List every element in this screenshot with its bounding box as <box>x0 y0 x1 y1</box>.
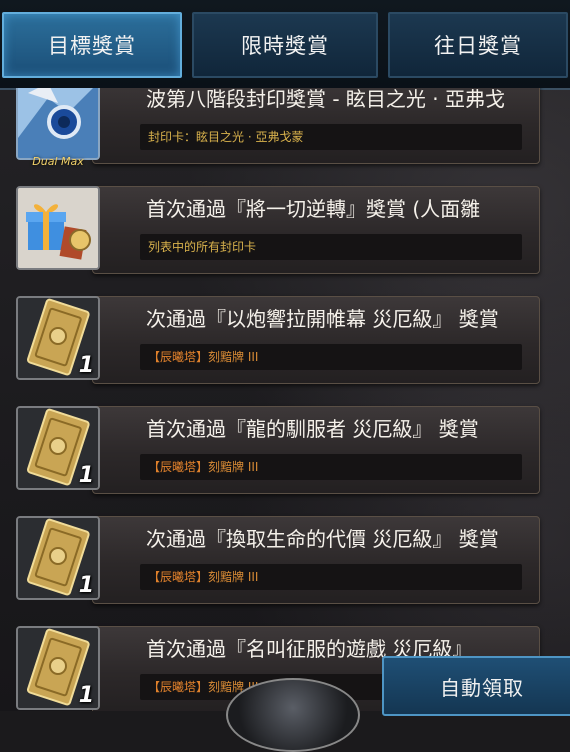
reward-title: 次通過『以炮響拉開帷幕 災厄級』 獎賞 <box>146 307 499 331</box>
auto-claim-button[interactable]: 自動領取 <box>382 656 570 716</box>
gold-card-icon[interactable]: 1 <box>16 516 100 600</box>
reward-title: 首次通過『將一切逆轉』獎賞 (人面雛 <box>146 197 481 221</box>
item-quantity: 1 <box>78 683 94 708</box>
reward-list[interactable]: 波第八階段封印獎賞 - 眩目之光 · 亞弗戈 封印卡：眩目之光 · 亞弗戈蒙 D… <box>0 88 570 711</box>
reward-item-name: 刻黯牌 III <box>208 570 259 584</box>
reward-item-name: 刻黯牌 III <box>208 460 259 474</box>
gold-card-icon[interactable]: 1 <box>16 296 100 380</box>
reward-row[interactable]: 首次通過『將一切逆轉』獎賞 (人面雛 列表中的所有封印卡 <box>0 180 570 278</box>
card-art-icon[interactable] <box>16 88 100 160</box>
item-quantity: 1 <box>78 353 94 378</box>
reward-subtitle: 【辰曦塔】刻黯牌 III <box>140 344 522 370</box>
reward-row[interactable]: 次通過『換取生命的代價 災厄級』 獎賞 【辰曦塔】刻黯牌 III 1 <box>0 510 570 608</box>
gold-card-icon[interactable]: 1 <box>16 626 100 710</box>
tab-bar: 目標獎賞 限時獎賞 往日獎賞 <box>0 0 570 90</box>
reward-tag: 【辰曦塔】 <box>148 680 209 694</box>
reward-subtitle: 封印卡：眩目之光 · 亞弗戈蒙 <box>140 124 522 150</box>
reward-item-name: 刻黯牌 III <box>208 350 259 364</box>
reward-subtitle: 【辰曦塔】刻黯牌 III <box>140 564 522 590</box>
item-quantity: 1 <box>78 463 94 488</box>
reward-subtitle: 列表中的所有封印卡 <box>140 234 522 260</box>
tab-past-rewards[interactable]: 往日獎賞 <box>388 12 568 78</box>
reward-title: 波第八階段封印獎賞 - 眩目之光 · 亞弗戈 <box>146 88 506 111</box>
reward-title: 次通過『換取生命的代價 災厄級』 獎賞 <box>146 527 499 551</box>
reward-row[interactable]: 波第八階段封印獎賞 - 眩目之光 · 亞弗戈 封印卡：眩目之光 · 亞弗戈蒙 D… <box>0 88 570 168</box>
gold-card-icon[interactable]: 1 <box>16 406 100 490</box>
reward-tag: 【辰曦塔】 <box>148 460 209 474</box>
tab-target-rewards[interactable]: 目標獎賞 <box>2 12 182 78</box>
tab-limited-rewards[interactable]: 限時獎賞 <box>192 12 378 78</box>
reward-row[interactable]: 次通過『以炮響拉開帷幕 災厄級』 獎賞 【辰曦塔】刻黯牌 III 1 <box>0 290 570 388</box>
reward-tag: 【辰曦塔】 <box>148 570 209 584</box>
gift-box-icon[interactable] <box>16 186 100 270</box>
reward-tag: 【辰曦塔】 <box>148 350 209 364</box>
reward-subtitle: 【辰曦塔】刻黯牌 III <box>140 454 522 480</box>
orb-ornament <box>226 678 360 752</box>
dual-max-badge: Dual Max <box>32 155 84 168</box>
reward-row[interactable]: 首次通過『龍的馴服者 災厄級』 獎賞 【辰曦塔】刻黯牌 III 1 <box>0 400 570 498</box>
reward-title: 首次通過『龍的馴服者 災厄級』 獎賞 <box>146 417 479 441</box>
item-quantity: 1 <box>78 573 94 598</box>
